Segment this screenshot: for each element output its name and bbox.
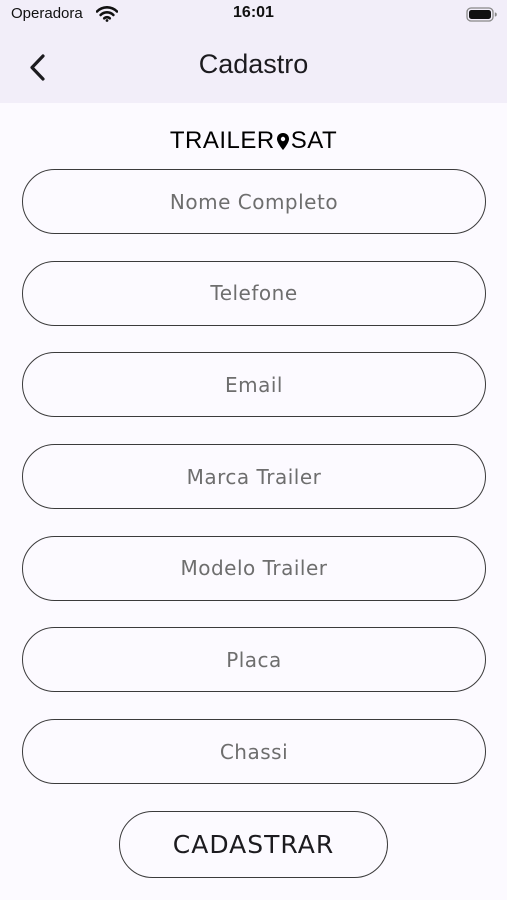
phone-field <box>22 260 486 326</box>
battery-icon <box>466 6 498 24</box>
registration-form <box>22 169 486 811</box>
status-time: 16:01 <box>233 4 274 21</box>
trailer-brand-input[interactable] <box>23 463 485 490</box>
plate-input[interactable] <box>23 646 485 673</box>
email-field <box>22 352 486 418</box>
trailer-model-field <box>22 535 486 601</box>
logo-text-left: TRAILER <box>169 127 275 154</box>
plate-field <box>22 627 486 693</box>
full-name-input[interactable] <box>23 188 485 215</box>
page-title: Cadastro <box>198 49 309 79</box>
email-input[interactable] <box>23 371 485 398</box>
trailer-brand-field <box>22 444 486 510</box>
phone-input[interactable] <box>23 280 485 307</box>
location-pin-icon <box>276 131 290 151</box>
chassis-input[interactable] <box>23 738 485 765</box>
chassis-field <box>22 719 486 785</box>
register-button[interactable]: CADASTRAR <box>119 811 388 878</box>
logo-text-right: SAT <box>290 127 338 154</box>
status-bar: Operadora 16:01 <box>0 0 507 30</box>
app-logo: TRAILER SAT <box>0 126 507 156</box>
trailer-model-input[interactable] <box>23 555 485 582</box>
full-name-field <box>22 169 486 234</box>
navigation-bar: Cadastro <box>0 30 507 103</box>
header-area: Operadora 16:01 Cadastro <box>0 0 507 103</box>
